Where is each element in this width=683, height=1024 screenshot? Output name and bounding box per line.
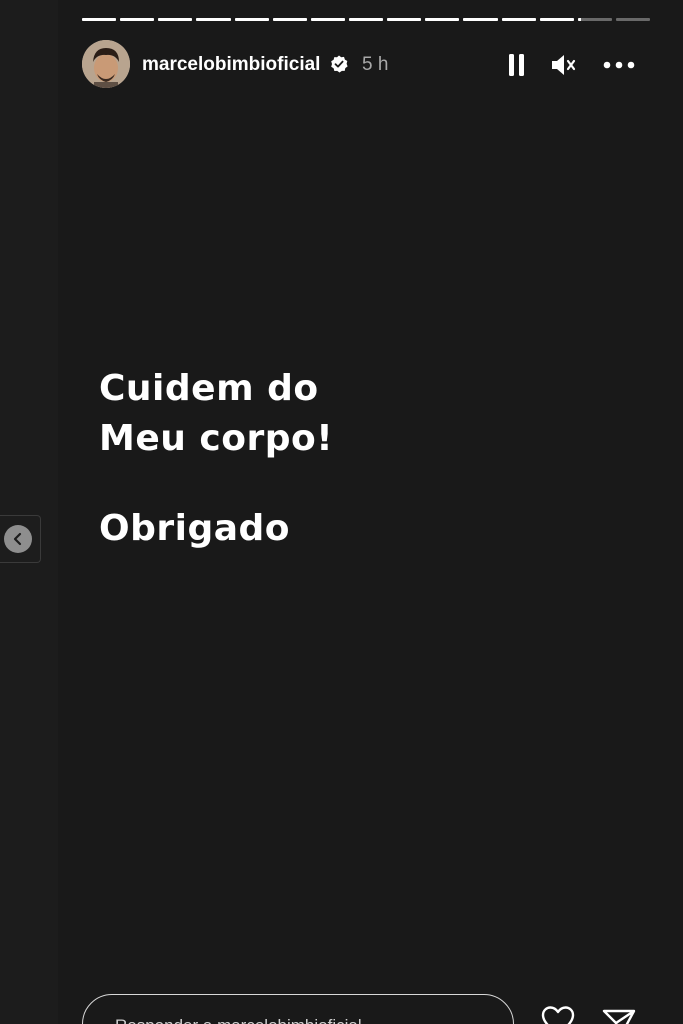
progress-fill: [310, 18, 345, 21]
progress-segment: [387, 18, 422, 21]
more-options-icon: [603, 61, 635, 69]
avatar[interactable]: [82, 40, 130, 88]
progress-fill: [272, 18, 307, 21]
progress-segment: [272, 18, 307, 21]
progress-fill: [120, 18, 155, 21]
progress-fill: [348, 18, 384, 21]
progress-segment: [348, 18, 384, 21]
progress-segment: [310, 18, 345, 21]
story-text-line-2: Meu corpo!: [99, 418, 334, 459]
progress-fill: [577, 18, 582, 21]
mute-button[interactable]: [549, 50, 579, 80]
left-background: [0, 0, 58, 1024]
progress-fill: [539, 18, 574, 21]
progress-segment: [234, 18, 269, 21]
avatar-image: [82, 40, 130, 88]
progress-fill: [196, 18, 231, 21]
reply-box[interactable]: [82, 994, 514, 1024]
story-header: marcelobimbioficial 5 h: [82, 40, 650, 88]
progress-segment: [158, 18, 193, 21]
pause-button[interactable]: [502, 50, 532, 80]
progress-fill: [387, 18, 422, 21]
progress-segment: [539, 18, 574, 21]
progress-segment: [82, 18, 117, 21]
muted-speaker-icon: [552, 55, 576, 75]
progress-segment: [501, 18, 536, 21]
more-options-button[interactable]: [602, 50, 636, 80]
pause-icon: [509, 54, 524, 76]
reply-input[interactable]: [113, 1015, 497, 1024]
previous-story-button[interactable]: [0, 515, 41, 563]
story-progress-bar: [82, 18, 651, 21]
progress-segment: [463, 18, 498, 21]
story-username[interactable]: marcelobimbioficial: [142, 54, 320, 76]
progress-segment: [425, 18, 460, 21]
progress-segment: [615, 18, 651, 21]
progress-fill: [463, 18, 498, 21]
story-text: Cuidem do Meu corpo! Obrigado: [99, 364, 333, 554]
progress-segment: [577, 18, 612, 21]
story-time: 5 h: [362, 54, 389, 75]
progress-fill: [82, 18, 117, 21]
story-text-line-3: Obrigado: [99, 508, 291, 549]
chevron-left-icon: [13, 532, 22, 546]
progress-fill: [425, 18, 460, 21]
progress-segment: [196, 18, 231, 21]
share-button[interactable]: [601, 1006, 637, 1024]
progress-segment: [120, 18, 155, 21]
like-button[interactable]: [540, 1004, 576, 1024]
paper-plane-icon: [602, 1009, 636, 1024]
instagram-story-viewer: marcelobimbioficial 5 h Cuidem do Meu co…: [0, 0, 683, 1024]
progress-fill: [158, 18, 193, 21]
story-text-line-1: Cuidem do: [99, 368, 319, 409]
progress-fill: [234, 18, 269, 21]
heart-icon: [541, 1006, 575, 1024]
verified-badge-icon: [331, 55, 348, 73]
progress-fill: [501, 18, 536, 21]
